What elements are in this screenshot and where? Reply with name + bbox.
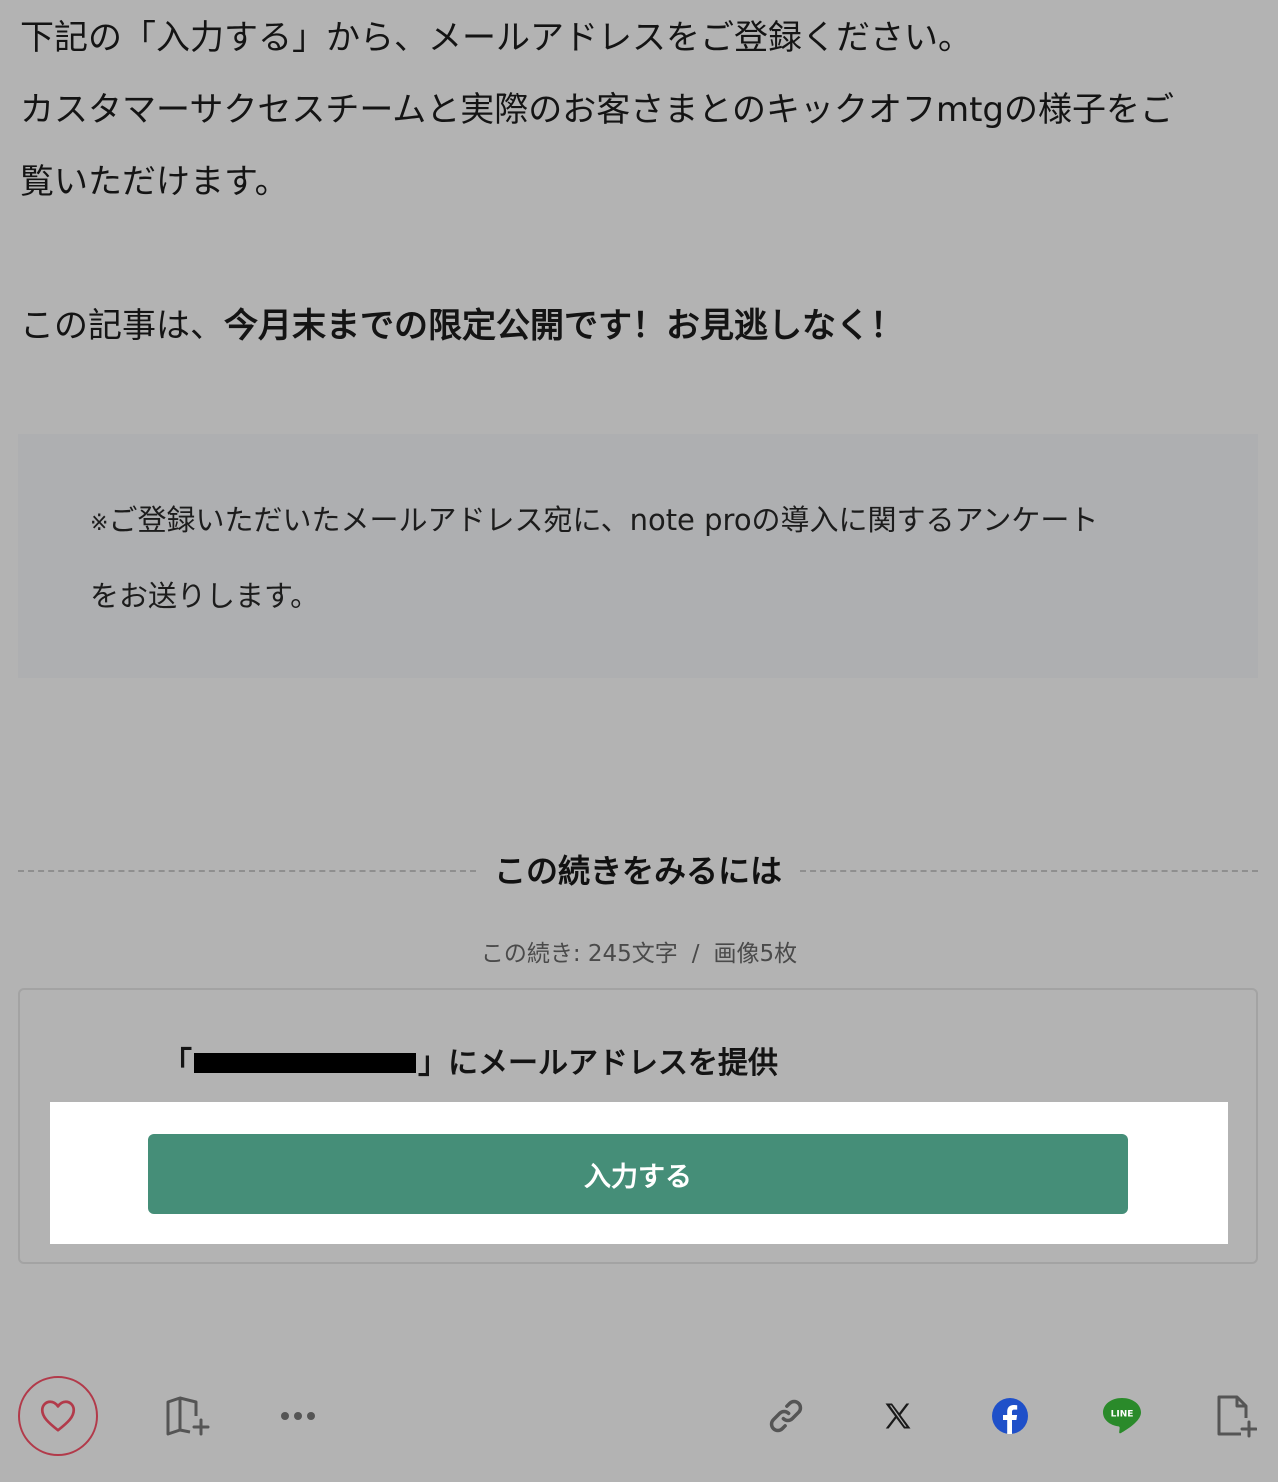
paywall-divider: この続きをみるには (18, 846, 1258, 896)
notice-box: ※ご登録いただいたメールアドレス宛に、note proの導入に関するアンケートを… (18, 434, 1258, 678)
add-to-magazine-button[interactable] (148, 1376, 228, 1456)
remaining-separator: / (691, 941, 700, 967)
email-provide-heading: 「 」にメールアドレスを提供 (162, 1042, 778, 1086)
line-logo-text: LINE (1111, 1410, 1134, 1420)
submit-highlight-area: 入力する (50, 1102, 1228, 1244)
limited-emphasis: 今月末までの限定公開です！お見逃しなく！ (224, 306, 904, 346)
notice-text: ※ご登録いただいたメールアドレス宛に、note proの導入に関するアンケートを… (90, 484, 1200, 632)
line-icon: LINE (1101, 1396, 1143, 1436)
paywall-title: この続きをみるには (493, 852, 782, 890)
limited-notice-paragraph: この記事は、今月末までの限定公開です！お見逃しなく！ (20, 290, 904, 362)
intro-line-1: 下記の「入力する」から、メールアドレスをご登録ください。 (20, 18, 972, 58)
article-action-bar: LINE (0, 1376, 1278, 1456)
share-line-button[interactable]: LINE (1082, 1376, 1162, 1456)
notice-mark: ※ (90, 511, 109, 536)
heart-icon (40, 1399, 76, 1433)
redacted-account-name (194, 1052, 416, 1073)
copy-link-button[interactable] (746, 1376, 826, 1456)
intro-line-2: カスタマーサクセスチームと実際のお客さまとのキックオフmtgの様子をご (20, 90, 1174, 130)
embed-button[interactable] (1196, 1376, 1276, 1456)
heading-open-bracket: 「 (162, 1046, 192, 1081)
intro-line-3: 覧いただけます。 (20, 162, 289, 202)
remaining-content-info: この続き: 245文字 / 画像5枚 (0, 936, 1278, 972)
magazine-add-icon (165, 1396, 211, 1436)
share-x-button[interactable] (858, 1376, 938, 1456)
enter-email-button[interactable]: 入力する (148, 1134, 1128, 1214)
remaining-image-count: 画像5枚 (713, 941, 798, 967)
notice-line-2: をお送りします。 (90, 579, 320, 613)
more-options-button[interactable] (258, 1376, 338, 1456)
divider-line-left (18, 870, 476, 872)
like-button[interactable] (18, 1376, 98, 1456)
email-provide-card: 「 」にメールアドレスを提供 入力する (18, 988, 1258, 1264)
limited-prefix: この記事は、 (20, 306, 224, 346)
embed-add-icon (1215, 1394, 1257, 1438)
heading-suffix: 」にメールアドレスを提供 (418, 1046, 778, 1081)
share-facebook-button[interactable] (970, 1376, 1050, 1456)
notice-line-1: ご登録いただいたメールアドレス宛に、note proの導入に関するアンケート (108, 503, 1099, 537)
intro-paragraph: 下記の「入力する」から、メールアドレスをご登録ください。カスタマーサクセスチーム… (20, 2, 1174, 218)
x-logo-icon (883, 1401, 913, 1431)
divider-line-right (800, 870, 1258, 872)
remaining-text-count: この続き: 245文字 (480, 941, 678, 967)
more-dots-icon (280, 1411, 316, 1421)
facebook-icon (991, 1397, 1029, 1435)
link-icon (765, 1395, 807, 1437)
